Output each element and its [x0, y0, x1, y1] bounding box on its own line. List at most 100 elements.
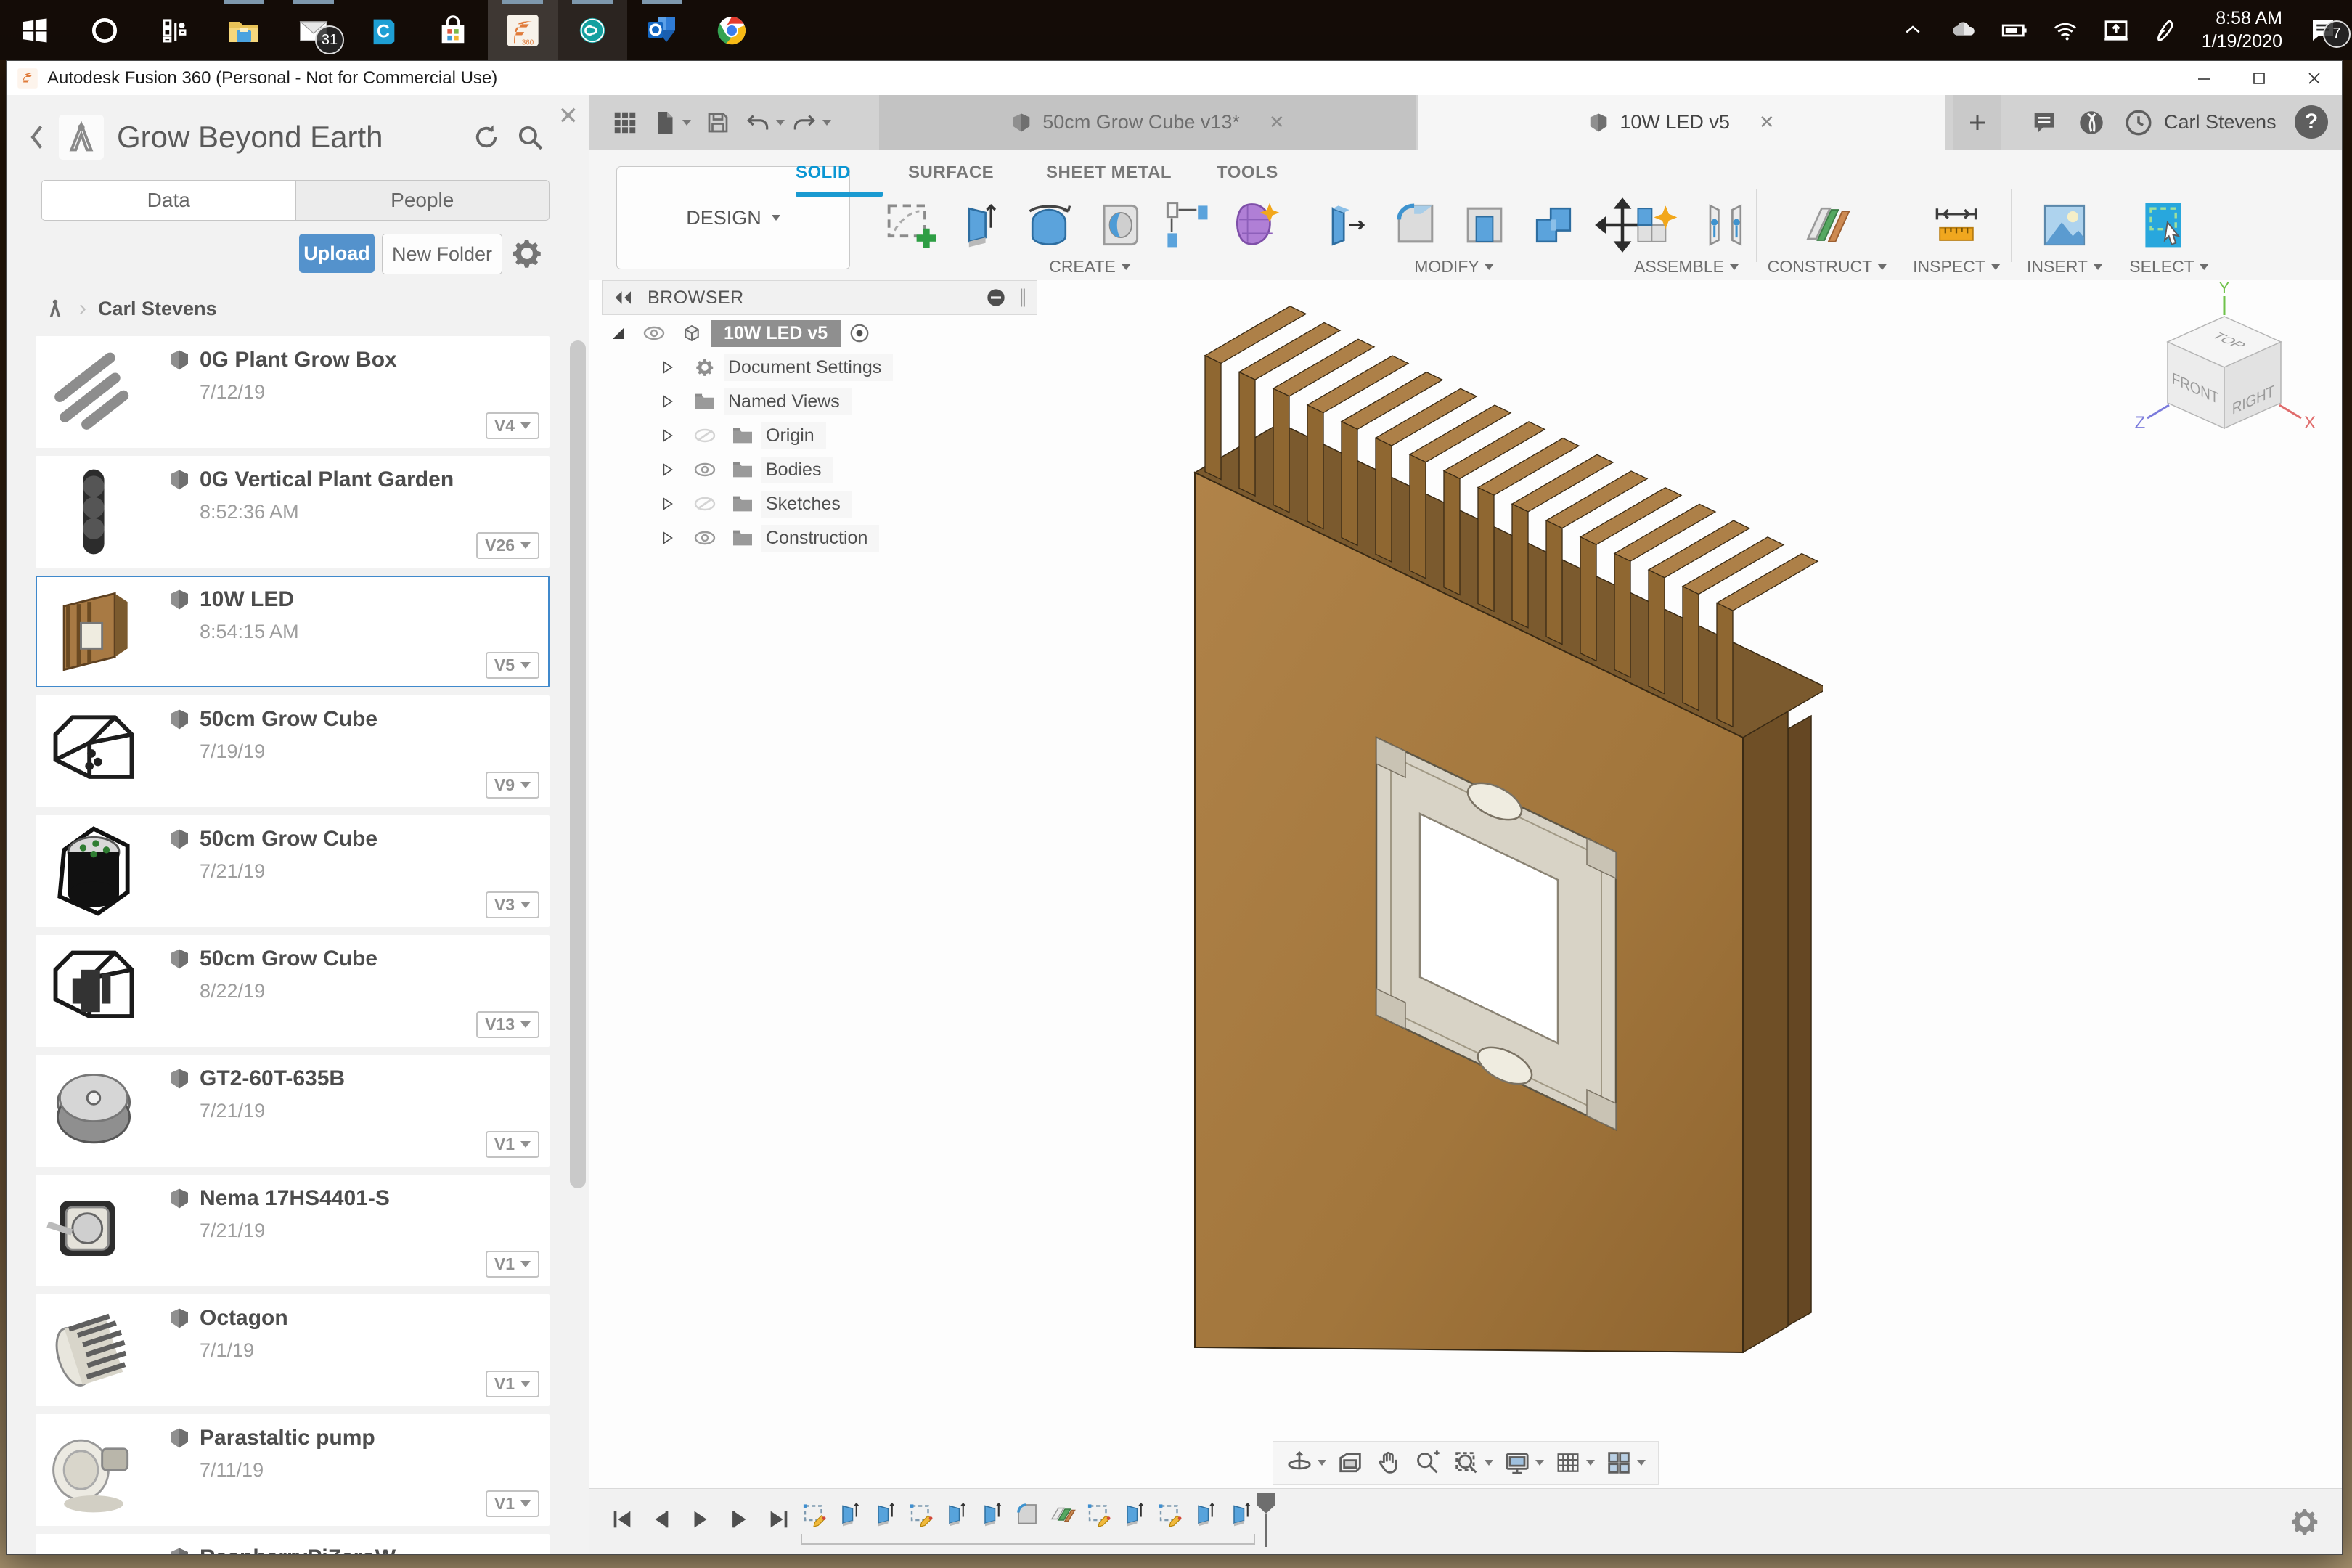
item-version-dropdown[interactable]: V1 [486, 1251, 539, 1278]
tab-data[interactable]: Data [42, 181, 295, 220]
arduino-icon[interactable] [558, 0, 627, 60]
search-icon[interactable] [515, 122, 545, 152]
group-label-create[interactable]: CREATE [1049, 257, 1130, 277]
app-grid-icon[interactable] [602, 95, 648, 150]
item-version-dropdown[interactable]: V4 [486, 412, 539, 439]
pattern-button[interactable] [1155, 193, 1219, 257]
zoom-tool[interactable] [1413, 1448, 1442, 1477]
minimize-button[interactable] [2176, 61, 2231, 95]
timeline-skip-start-button[interactable] [608, 1500, 637, 1538]
project-item-card[interactable]: 50cm Grow Cube 8/22/19 V13 [36, 935, 550, 1047]
maximize-button[interactable] [2231, 61, 2287, 95]
create-form-button[interactable] [1224, 193, 1288, 257]
combine-button[interactable] [1522, 193, 1585, 257]
upload-button[interactable]: Upload [299, 234, 375, 273]
item-version-dropdown[interactable]: V13 [476, 1011, 539, 1038]
ribbon-tab-solid[interactable]: SOLID [796, 163, 851, 183]
expand-icon[interactable] [659, 462, 675, 478]
account-icon[interactable] [43, 296, 68, 321]
view-cube[interactable]: Y Z X TOP FRONT RIGHT [2131, 280, 2320, 447]
project-logo-icon[interactable] [59, 115, 104, 160]
cura-icon[interactable]: C [348, 0, 418, 60]
chrome-icon[interactable] [697, 0, 767, 60]
timeline-feature-extrude[interactable] [1121, 1498, 1147, 1530]
task-view-icon[interactable] [139, 0, 209, 60]
job-status-clock-icon[interactable] [2117, 95, 2160, 150]
cortana-icon[interactable] [70, 0, 139, 60]
browser-tree-row[interactable]: Sketches [602, 488, 1037, 520]
panel-settings-gear-icon[interactable] [509, 235, 545, 271]
viewports-tool[interactable] [1604, 1448, 1646, 1477]
hole-button[interactable] [1086, 193, 1150, 257]
ribbon-tab-surface[interactable]: SURFACE [908, 163, 994, 183]
tray-clock[interactable]: 8:58 AM 1/19/2020 [2202, 7, 2282, 53]
visibility-off-icon[interactable] [694, 428, 716, 444]
visibility-eye-icon[interactable] [643, 325, 665, 341]
expand-icon[interactable] [659, 359, 675, 375]
tab-close-icon[interactable]: ✕ [1759, 111, 1775, 134]
redo-icon[interactable] [788, 95, 834, 150]
visibility-eye-icon[interactable] [694, 462, 716, 478]
action-center-icon[interactable]: 7 [2301, 15, 2345, 46]
item-version-dropdown[interactable]: V1 [486, 1490, 539, 1517]
expand-icon[interactable] [659, 530, 675, 546]
item-version-dropdown[interactable]: V26 [476, 532, 539, 559]
select-button[interactable] [2133, 193, 2197, 257]
file-explorer-icon[interactable] [209, 0, 279, 60]
extensions-icon[interactable] [2070, 95, 2113, 150]
timeline-feature-extrude[interactable] [872, 1498, 898, 1530]
construct-plane-button[interactable] [1795, 193, 1859, 257]
new-tab-button[interactable] [1953, 95, 2001, 150]
insert-button[interactable] [2033, 193, 2096, 257]
project-item-card[interactable]: 50cm Grow Cube 7/19/19 V9 [36, 695, 550, 807]
document-tab-active[interactable]: 10W LED v5 ✕ [1418, 95, 1945, 150]
project-item-card[interactable]: 0G Plant Grow Box 7/12/19 V4 [36, 336, 550, 448]
undo-icon[interactable] [741, 95, 788, 150]
project-item-card[interactable]: Parastaltic pump 7/11/19 V1 [36, 1414, 550, 1526]
microsoft-store-icon[interactable] [418, 0, 488, 60]
data-panel-scrollbar[interactable] [570, 340, 586, 1188]
joint-button[interactable] [1692, 193, 1756, 257]
window-titlebar[interactable]: Autodesk Fusion 360 (Personal - Not for … [7, 61, 2342, 96]
item-version-dropdown[interactable]: V1 [486, 1131, 539, 1158]
group-label-insert[interactable]: INSERT [2027, 257, 2102, 277]
new-component-button[interactable] [1625, 193, 1689, 257]
new-folder-button[interactable]: New Folder [382, 234, 502, 274]
expand-icon[interactable] [659, 428, 675, 444]
project-item-card[interactable]: 0G Vertical Plant Garden 8:52:36 AM V26 [36, 456, 550, 568]
visibility-off-icon[interactable] [694, 496, 716, 512]
breadcrumb-user[interactable]: Carl Stevens [98, 298, 217, 320]
group-label-assemble[interactable]: ASSEMBLE [1634, 257, 1739, 277]
project-item-card[interactable]: 10W LED 8:54:15 AM V5 [36, 576, 550, 687]
project-display-icon[interactable] [2100, 15, 2132, 46]
mail-icon[interactable]: 31 [279, 0, 348, 60]
timeline-feature-extrude[interactable] [943, 1498, 969, 1530]
browser-tree-row[interactable]: Construction [602, 522, 1037, 554]
item-version-dropdown[interactable]: V1 [486, 1371, 539, 1397]
timeline-playhead[interactable] [1254, 1492, 1278, 1548]
ribbon-tab-sheetmetal[interactable]: SHEET METAL [1046, 163, 1172, 183]
fit-zoom-tool[interactable] [1452, 1448, 1493, 1477]
item-version-dropdown[interactable]: V9 [486, 772, 539, 799]
timeline-step-forward-button[interactable] [725, 1500, 754, 1538]
browser-root-row[interactable]: 10W LED v5 [602, 317, 1037, 349]
fusion360-taskbar-icon[interactable]: 360 [488, 0, 558, 60]
browser-hide-icon[interactable] [986, 287, 1006, 308]
browser-tree-row[interactable]: Named Views [602, 385, 1037, 417]
project-item-card[interactable]: Nema 17HS4401-S 7/21/19 V1 [36, 1175, 550, 1286]
revolve-button[interactable] [1017, 193, 1081, 257]
pan-tool[interactable] [1374, 1448, 1403, 1477]
timeline-feature-sketch[interactable] [801, 1498, 827, 1530]
timeline-play-button[interactable] [686, 1500, 715, 1538]
back-chevron-icon[interactable] [27, 123, 46, 152]
project-item-card[interactable]: Octagon 7/1/19 V1 [36, 1294, 550, 1406]
outlook-icon[interactable] [627, 0, 697, 60]
group-label-modify[interactable]: MODIFY [1414, 257, 1493, 277]
tab-people[interactable]: People [295, 181, 550, 220]
measure-button[interactable] [1924, 193, 1988, 257]
timeline-feature-extrude[interactable] [836, 1498, 862, 1530]
data-panel-close-icon[interactable]: ✕ [558, 104, 579, 128]
timeline-feature-extrude[interactable] [979, 1498, 1005, 1530]
refresh-icon[interactable] [471, 122, 502, 152]
orbit-tool[interactable] [1285, 1448, 1326, 1477]
